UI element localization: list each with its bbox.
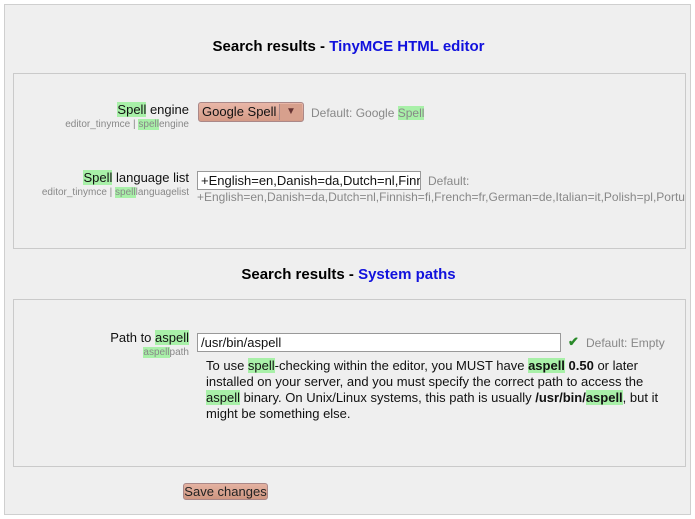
spell-engine-label-hl: Spell <box>117 102 147 117</box>
spell-language-label-rest: language list <box>112 170 189 185</box>
section-title-link-tinymce[interactable]: TinyMCE HTML editor <box>329 38 484 55</box>
aspell-path-sub-hl: aspell <box>143 347 170 358</box>
spell-engine-sub-rest: engine <box>158 119 189 130</box>
spell-engine-select[interactable]: Google Spell ▼ <box>198 102 304 122</box>
aspell-path-label-hl: aspell <box>155 330 189 345</box>
section-title-tinymce: Search results - TinyMCE HTML editor <box>5 38 692 55</box>
desc-path-bold: /usr/bin/ <box>535 390 586 405</box>
section-title-prefix: Search results - <box>212 38 330 55</box>
desc-hl-spell: spell <box>247 358 275 373</box>
aspell-path-sub-rest: path <box>169 347 189 358</box>
desc-version: 0.50 <box>564 358 594 373</box>
desc-path-hl: aspell <box>585 390 623 405</box>
spell-engine-select-value: Google Spell <box>202 104 277 119</box>
spell-language-sub-hl: spell <box>115 187 136 198</box>
spell-language-label-group: Spell language list editor_tinymce | spe… <box>14 170 189 204</box>
check-icon: ✔ <box>568 334 579 349</box>
section-title-system-paths: Search results - System paths <box>5 266 692 283</box>
spell-language-label-hl: Spell <box>83 170 113 185</box>
dropdown-arrow-icon: ▼ <box>279 104 302 120</box>
tinymce-settings-box: Spell engine editor_tinymce | spellengin… <box>13 73 686 249</box>
aspell-path-default: Default: Empty <box>586 336 665 350</box>
spell-engine-sub-hl: spell <box>138 119 159 130</box>
spell-engine-label: Spell engine <box>117 102 189 117</box>
spell-engine-setting-name: editor_tinymce | spellengine <box>65 119 189 130</box>
spell-language-sub-prefix: editor_tinymce | <box>41 187 116 198</box>
spell-language-input[interactable]: +English=en,Danish=da,Dutch=nl,Finnish=f… <box>197 171 421 190</box>
spell-engine-sub-prefix: editor_tinymce | <box>65 119 139 130</box>
aspell-path-setting-name: aspellpath <box>143 347 189 358</box>
spell-language-default-value: +English=en,Danish=da,Dutch=nl,Finnish=f… <box>197 190 685 204</box>
spell-language-label: Spell language list <box>83 170 189 185</box>
aspell-path-label: Path to aspell <box>110 330 189 345</box>
spell-engine-default: Default: Google Spell <box>311 106 425 120</box>
aspell-path-label-prefix: Path to <box>110 330 156 345</box>
aspell-path-label-group: Path to aspell aspellpath <box>14 330 189 364</box>
section-title-prefix-2: Search results - <box>241 266 359 283</box>
spell-language-setting-name: editor_tinymce | spelllanguagelist <box>42 187 189 198</box>
spell-language-default-label: Default: <box>428 174 470 188</box>
aspell-path-description: To use spell-checking within the editor,… <box>206 358 676 422</box>
spell-language-sub-rest: languagelist <box>135 187 189 198</box>
spell-engine-label-rest: engine <box>146 102 189 117</box>
desc-part-5: binary. On Unix/Linux systems, this path… <box>239 390 536 405</box>
desc-part-2: -checking within the editor, you MUST ha… <box>274 358 529 373</box>
save-changes-button[interactable]: Save changes <box>183 483 268 500</box>
desc-hl-aspell: aspell <box>206 390 240 405</box>
spell-engine-default-hl: Spell <box>397 106 425 120</box>
aspell-path-input[interactable]: /usr/bin/aspell <box>197 333 561 352</box>
system-paths-box: Path to aspell aspellpath /usr/bin/aspel… <box>13 299 686 467</box>
spell-engine-default-prefix: Default: Google <box>311 106 398 120</box>
settings-page: Search results - TinyMCE HTML editor Spe… <box>4 4 691 515</box>
desc-part-1: To use <box>206 358 248 373</box>
spell-engine-label-group: Spell engine editor_tinymce | spellengin… <box>14 102 189 136</box>
section-title-link-system-paths[interactable]: System paths <box>358 266 456 283</box>
desc-hl-aspell-bold: aspell <box>528 358 565 373</box>
